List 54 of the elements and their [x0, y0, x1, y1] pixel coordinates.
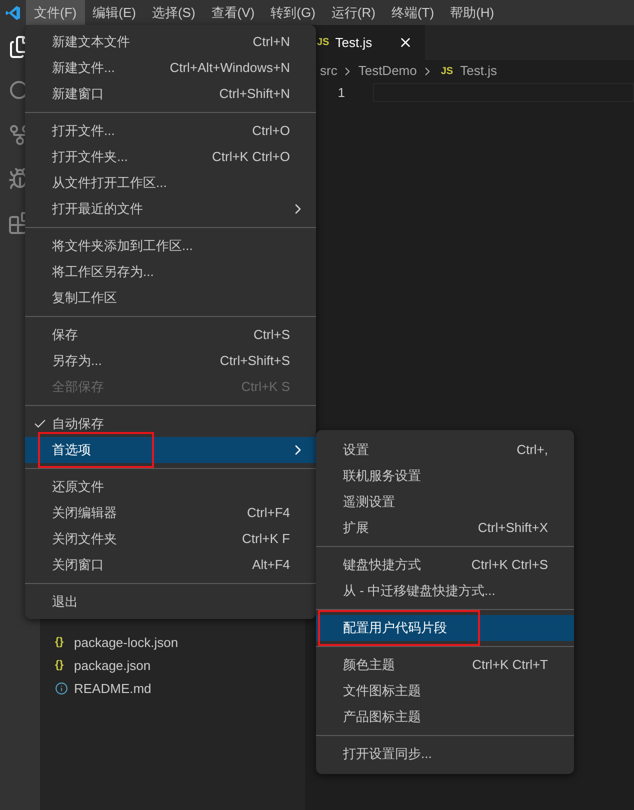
file-item[interactable]: {} package-lock.json [40, 631, 305, 654]
menu-item[interactable]: 打开设置同步... [316, 741, 574, 767]
file-name: package-lock.json [74, 634, 178, 652]
file-name: README.md [74, 680, 152, 698]
app-logo-icon [5, 4, 21, 20]
file-item[interactable]: {} package.json [40, 654, 305, 677]
menu-item[interactable]: 将文件夹添加到工作区... [25, 233, 316, 259]
menu-item[interactable]: 键盘快捷方式 Ctrl+K Ctrl+S [316, 552, 574, 578]
file-type-label: JS [440, 64, 454, 78]
braces-icon: {} [55, 634, 68, 651]
menu-item[interactable]: 配置用户代码片段 [316, 615, 574, 641]
menu-bar-item[interactable]: 文件(F) [26, 0, 85, 25]
braces-icon: {} [55, 657, 68, 674]
menu-item[interactable]: 关闭窗口 Alt+F4 [25, 552, 316, 578]
menu-item[interactable]: 打开文件... Ctrl+O [25, 118, 316, 144]
menu-bar-item[interactable]: 帮助(H) [442, 0, 502, 25]
line-number: 1 [336, 84, 346, 102]
menu-item[interactable]: 还原文件 [25, 474, 316, 500]
menu-item[interactable]: 从 - 中迁移键盘快捷方式... [316, 578, 574, 604]
menu-item[interactable]: 关闭文件夹 Ctrl+K F [25, 526, 316, 552]
file-item[interactable]: README.md [40, 677, 305, 700]
menu-item[interactable]: 另存为... Ctrl+Shift+S [25, 348, 316, 374]
breadcrumb-item[interactable]: TestDemo [358, 61, 417, 81]
close-icon[interactable] [398, 35, 413, 50]
menu-bar-item[interactable]: 运行(R) [323, 0, 384, 25]
menu-item[interactable]: 退出 [25, 589, 316, 615]
breadcrumb-item[interactable]: Test.js [460, 61, 497, 81]
menu-item[interactable]: 复制工作区 [25, 285, 316, 311]
menu-item[interactable]: 设置 Ctrl+, [316, 437, 574, 463]
menu-item[interactable]: 自动保存 [25, 411, 316, 437]
menu-item[interactable]: 文件图标主题 [316, 678, 574, 704]
menu-bar-item[interactable]: 终端(T) [383, 0, 442, 25]
file-type-label: JS [317, 36, 330, 50]
breadcrumb-item[interactable]: src [320, 61, 338, 81]
menu-bar-item[interactable]: 选择(S) [144, 0, 204, 25]
menu-item[interactable]: 保存 Ctrl+S [25, 322, 316, 348]
info-icon [55, 682, 68, 695]
menu-item[interactable]: 颜色主题 Ctrl+K Ctrl+T [316, 652, 574, 678]
menu-item[interactable]: 从文件打开工作区... [25, 170, 316, 196]
menu-bar-item[interactable]: 转到(G) [262, 0, 324, 25]
menu-bar-item[interactable]: 查看(V) [203, 0, 263, 25]
menu-item[interactable]: 产品图标主题 [316, 704, 574, 730]
menu-item[interactable]: 打开最近的文件 [25, 196, 316, 222]
tab-label: Test.js [335, 34, 374, 52]
menu-item[interactable]: 新建窗口 Ctrl+Shift+N [25, 81, 316, 107]
menu-bar-item[interactable]: 编辑(E) [84, 0, 144, 25]
menu-item[interactable]: 首选项 [25, 437, 316, 463]
file-name: package.json [74, 656, 151, 675]
menu-item[interactable]: 将工作区另存为... [25, 259, 316, 285]
menu-item[interactable]: 联机服务设置 [316, 463, 574, 489]
menu-item[interactable]: 关闭编辑器 Ctrl+F4 [25, 500, 316, 526]
menu-item[interactable]: 扩展 Ctrl+Shift+X [316, 515, 574, 541]
menu-item[interactable]: 遥测设置 [316, 489, 574, 515]
menu-item[interactable]: 打开文件夹... Ctrl+K Ctrl+O [25, 144, 316, 170]
